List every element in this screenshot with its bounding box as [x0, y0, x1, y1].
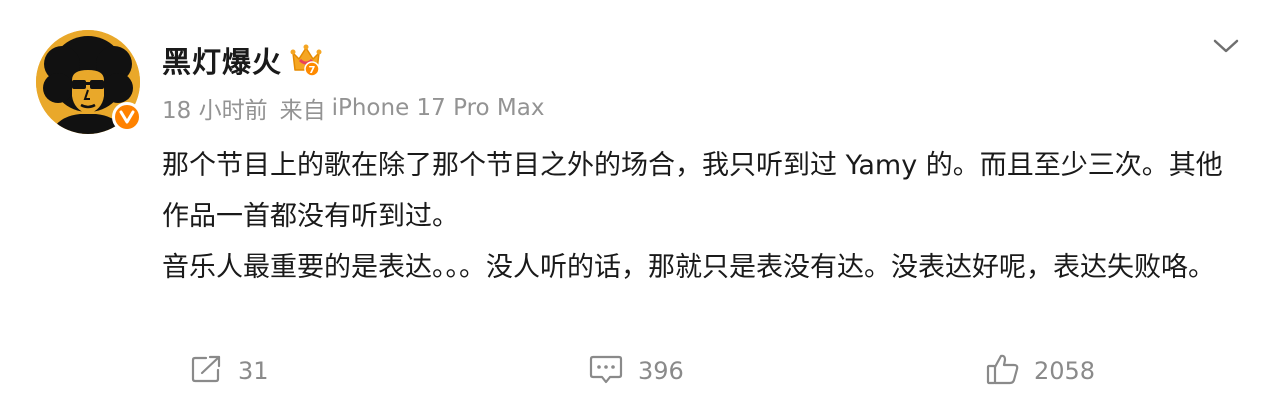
like-button[interactable]: 2058 [986, 346, 1095, 396]
thumbs-up-icon [986, 353, 1020, 389]
comment-count: 396 [638, 357, 684, 385]
action-bar: 31 396 2058 [0, 346, 1266, 396]
chevron-down-icon[interactable] [1211, 34, 1241, 58]
source-label: 来自 [279, 98, 326, 124]
post-content[interactable]: 那个节目上的歌在除了那个节目之外的场合，我只听到过 Yamy 的。而且至少三次。… [162, 140, 1247, 293]
repost-count: 31 [238, 357, 269, 385]
repost-icon [190, 354, 224, 388]
avatar[interactable] [36, 30, 142, 134]
repost-button[interactable]: 31 [190, 346, 269, 396]
like-count: 2058 [1034, 357, 1096, 385]
comment-button[interactable]: 396 [588, 346, 684, 396]
username[interactable]: 黑灯爆火 [162, 39, 282, 81]
post-meta: 18 小时前 来自 iPhone 17 Pro Max [162, 92, 544, 124]
post-header: 黑灯爆火 7 [162, 38, 322, 82]
source-device[interactable]: iPhone 17 Pro Max [332, 95, 545, 121]
post-paragraph: 音乐人最重要的是表达。。。没人听的话，那就只是表没有达。没表达好呢，表达失败咯。 [162, 252, 1215, 283]
post-paragraph: 那个节目上的歌在除了那个节目之外的场合，我只听到过 Yamy 的。而且至少三次。… [162, 150, 1223, 232]
comment-icon [588, 354, 624, 388]
vip-level-label: 7 [309, 65, 316, 76]
verified-icon [112, 102, 142, 132]
vip-crown-icon[interactable]: 7 [290, 43, 322, 77]
post-time: 18 小时前 [162, 98, 268, 124]
